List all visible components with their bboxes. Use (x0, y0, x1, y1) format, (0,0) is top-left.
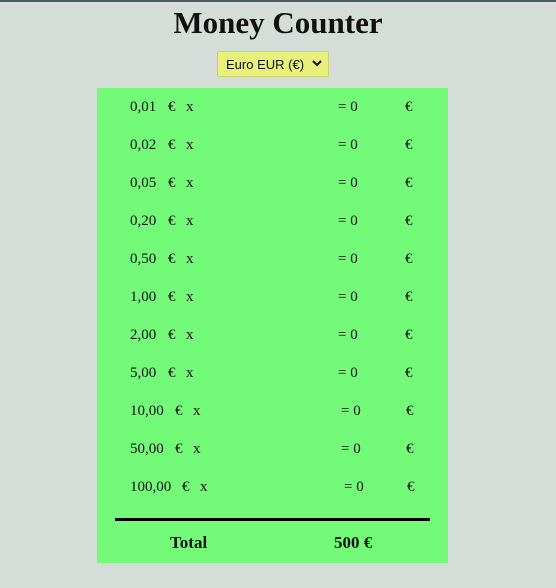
currency-symbol: € (182, 479, 190, 495)
multiply-sign: x (186, 365, 194, 381)
currency-symbol: € (168, 99, 176, 115)
denomination-row: 0,50 € x = 0 € (97, 248, 448, 270)
denomination-label: 100,00 (130, 479, 172, 495)
multiply-sign: x (186, 99, 194, 115)
currency-symbol: € (168, 251, 176, 267)
currency-symbol: € (168, 175, 176, 191)
row-currency-unit: € (405, 365, 413, 381)
total-value: 500 € (334, 533, 373, 552)
multiply-sign: x (186, 175, 194, 191)
multiply-sign: x (193, 441, 201, 457)
currency-symbol: € (168, 137, 176, 153)
currency-symbol: € (168, 213, 176, 229)
page-title: Money Counter (173, 5, 383, 40)
currency-symbol: € (168, 365, 176, 381)
denomination-row: 50,00 € x = 0 € (97, 438, 448, 460)
row-currency-unit: € (405, 137, 413, 153)
denomination-label: 5,00 (130, 365, 157, 381)
denomination-label: 50,00 (130, 441, 164, 457)
multiply-sign: x (193, 403, 201, 419)
row-result: = 0 (338, 289, 358, 305)
row-currency-unit: € (405, 251, 413, 267)
row-currency-unit: € (406, 403, 414, 419)
chevron-down-icon (312, 60, 322, 67)
denomination-label: 0,05 (130, 175, 157, 191)
denomination-row: 1,00 € x = 0 € (97, 286, 448, 308)
denomination-row: 100,00 € x = 0 € (97, 476, 448, 498)
multiply-sign: x (186, 327, 194, 343)
row-currency-unit: € (405, 99, 413, 115)
denomination-row: 0,01 € x = 0 € (97, 96, 448, 118)
currency-symbol: € (168, 327, 176, 343)
currency-symbol: € (175, 441, 183, 457)
denomination-label: 2,00 (130, 327, 157, 343)
denomination-label: 0,02 (130, 137, 157, 153)
total-divider (115, 518, 430, 521)
row-currency-unit: € (405, 327, 413, 343)
currency-select-value: Euro EUR (€) (226, 56, 305, 72)
row-result: = 0 (341, 403, 361, 419)
denomination-label: 0,50 (130, 251, 157, 267)
denomination-label: 10,00 (130, 403, 164, 419)
row-currency-unit: € (405, 289, 413, 305)
row-result: = 0 (338, 327, 358, 343)
denomination-row: 0,20 € x = 0 € (97, 210, 448, 232)
multiply-sign: x (186, 213, 194, 229)
row-result: = 0 (341, 441, 361, 457)
currency-select[interactable]: Euro EUR (€) (217, 51, 329, 77)
multiply-sign: x (186, 289, 194, 305)
row-result: = 0 (338, 251, 358, 267)
row-currency-unit: € (405, 213, 413, 229)
currency-symbol: € (175, 403, 183, 419)
money-counter-panel: 0,01 € x = 0 €0,02 € x = 0 €0,05 € x = 0 €0,20 € x = 0 €… (97, 88, 448, 563)
denomination-row: 10,00 € x = 0 € (97, 400, 448, 422)
row-result: = 0 (338, 213, 358, 229)
row-result: = 0 (338, 175, 358, 191)
row-currency-unit: € (405, 175, 413, 191)
multiply-sign: x (186, 137, 194, 153)
row-result: = 0 (344, 479, 364, 495)
denomination-label: 0,01 (130, 99, 157, 115)
row-result: = 0 (338, 365, 358, 381)
row-currency-unit: € (407, 479, 415, 495)
multiply-sign: x (200, 479, 208, 495)
total-label: Total (170, 533, 208, 552)
denomination-label: 1,00 (130, 289, 157, 305)
currency-symbol: € (168, 289, 176, 305)
multiply-sign: x (186, 251, 194, 267)
denomination-row: 2,00 € x = 0 € (97, 324, 448, 346)
row-currency-unit: € (406, 441, 414, 457)
denomination-row: 0,02 € x = 0 € (97, 134, 448, 156)
denomination-row: 5,00 € x = 0 € (97, 362, 448, 384)
denomination-row: 0,05 € x = 0 € (97, 172, 448, 194)
denomination-label: 0,20 (130, 213, 157, 229)
row-result: = 0 (338, 137, 358, 153)
row-result: = 0 (338, 99, 358, 115)
